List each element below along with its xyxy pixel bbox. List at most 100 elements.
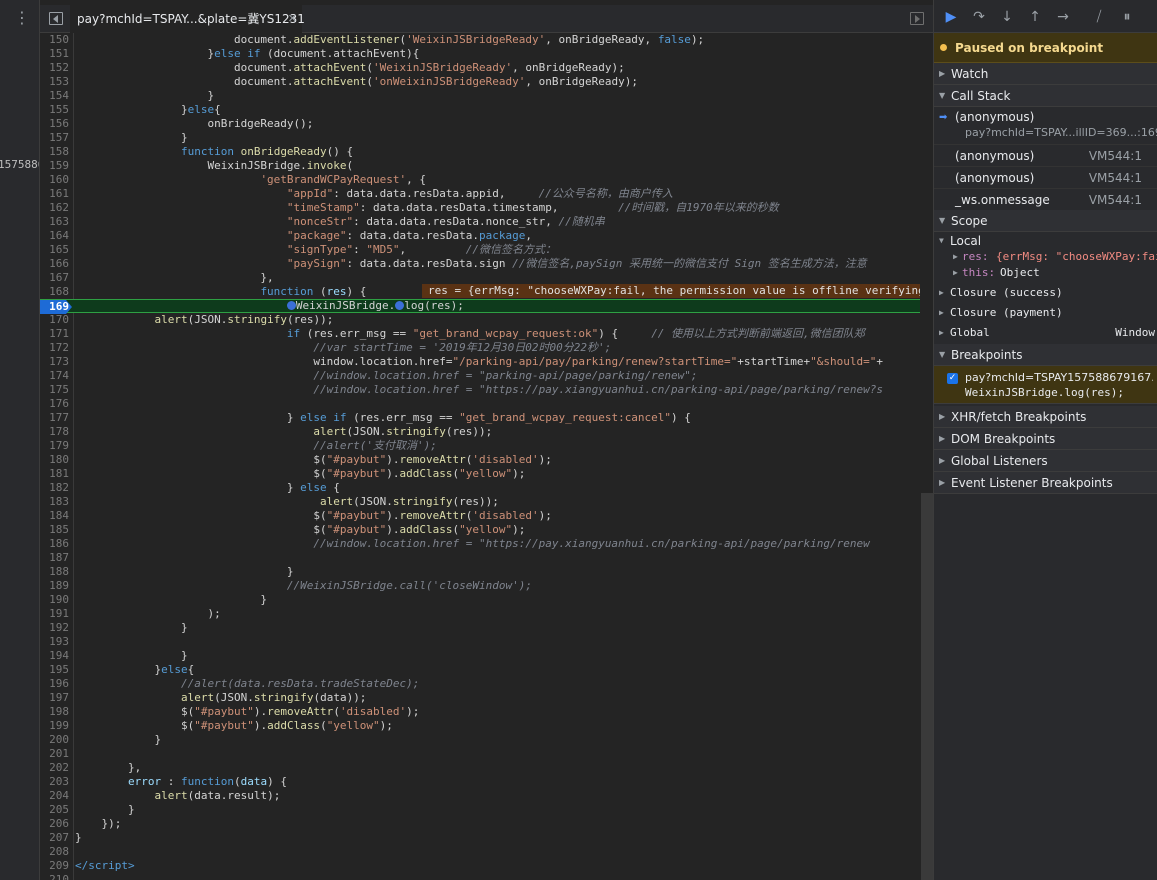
line-number[interactable]: 179 (40, 439, 69, 453)
call-frame-current[interactable]: ➡ (anonymous) pay?mchId=TSPAY...illID=36… (934, 107, 1157, 145)
line-number[interactable]: 184 (40, 509, 69, 523)
inline-breakpoint-icon[interactable] (395, 301, 405, 310)
line-number[interactable]: 162 (40, 201, 69, 215)
watch-section[interactable]: ▶ Watch (934, 63, 1157, 85)
scrollbar[interactable] (921, 493, 933, 880)
toggle-navigator-icon[interactable] (49, 12, 63, 25)
line-number[interactable]: 209 (40, 859, 69, 873)
line-number[interactable]: 165 (40, 243, 69, 257)
line-number[interactable]: 154 (40, 89, 69, 103)
line-number[interactable]: 150 (40, 33, 69, 47)
scope-closure-payment[interactable]: ▶ Closure (payment) (934, 303, 1157, 323)
xhr-breakpoints-section[interactable]: ▶ XHR/fetch Breakpoints (934, 406, 1157, 428)
line-number[interactable]: 195 (40, 663, 69, 677)
breakpoints-section[interactable]: ▼ Breakpoints (934, 344, 1157, 366)
scope-global[interactable]: ▶ Global Window (934, 323, 1157, 343)
line-code: document.attachEvent('onWeixinJSBridgeRe… (75, 75, 638, 88)
line-number[interactable]: 164 (40, 229, 69, 243)
code-line: 196 //alert(data.resData.tradeStateDec); (40, 677, 920, 691)
line-number[interactable]: 189 (40, 579, 69, 593)
line-number[interactable]: 155 (40, 103, 69, 117)
line-number[interactable]: 156 (40, 117, 69, 131)
call-frame[interactable]: (anonymous) VM544:1 (934, 167, 1157, 189)
line-number[interactable]: 158 (40, 145, 69, 159)
line-number[interactable]: 175 (40, 383, 69, 397)
line-number[interactable]: 188 (40, 565, 69, 579)
line-number[interactable]: 157 (40, 131, 69, 145)
step-out-icon[interactable]: ↑ (1026, 8, 1044, 26)
line-number[interactable]: 192 (40, 621, 69, 635)
close-tab-icon[interactable]: ✕ (288, 5, 297, 33)
code-line: 180 $("#paybut").removeAttr('disabled'); (40, 453, 920, 467)
scope-variable-this[interactable]: ▶ this: Object (934, 263, 1157, 283)
line-number[interactable]: 167 (40, 271, 69, 285)
line-number[interactable]: 202 (40, 761, 69, 775)
line-number[interactable]: 183 (40, 495, 69, 509)
code-line: 198 $("#paybut").removeAttr('disabled'); (40, 705, 920, 719)
line-code: }else if (document.attachEvent){ (75, 47, 420, 60)
line-number[interactable]: 177 (40, 411, 69, 425)
line-number[interactable]: 152 (40, 61, 69, 75)
line-number[interactable]: 191 (40, 607, 69, 621)
line-number[interactable]: 172 (40, 341, 69, 355)
line-number[interactable]: 190 (40, 593, 69, 607)
line-number[interactable]: 171 (40, 327, 69, 341)
code-editor[interactable]: 150 document.addEventListener('WeixinJSB… (40, 33, 933, 880)
scope-closure-success[interactable]: ▶ Closure (success) (934, 283, 1157, 303)
line-number[interactable]: 181 (40, 467, 69, 481)
line-number[interactable]: 170 (40, 313, 69, 327)
line-number[interactable]: 174 (40, 369, 69, 383)
line-number[interactable]: 205 (40, 803, 69, 817)
call-frame[interactable]: _ws.onmessage VM544:1 (934, 189, 1157, 211)
call-frame[interactable]: (anonymous) VM544:1 (934, 145, 1157, 167)
breakpoint-checkbox[interactable]: ✓ (947, 373, 958, 384)
line-number[interactable]: 201 (40, 747, 69, 761)
line-number[interactable]: 194 (40, 649, 69, 663)
line-number[interactable]: 173 (40, 355, 69, 369)
line-number[interactable]: 199 (40, 719, 69, 733)
line-number[interactable]: 160 (40, 173, 69, 187)
line-number[interactable]: 159 (40, 159, 69, 173)
line-number[interactable]: 210 (40, 873, 69, 880)
line-number[interactable]: 185 (40, 523, 69, 537)
line-number[interactable]: 204 (40, 789, 69, 803)
line-number[interactable]: 207 (40, 831, 69, 845)
line-number[interactable]: 166 (40, 257, 69, 271)
dom-breakpoints-section[interactable]: ▶ DOM Breakpoints (934, 428, 1157, 450)
line-number[interactable]: 161 (40, 187, 69, 201)
line-number[interactable]: 151 (40, 47, 69, 61)
line-number[interactable]: 187 (40, 551, 69, 565)
global-listeners-section[interactable]: ▶ Global Listeners (934, 450, 1157, 472)
step-over-icon[interactable]: ↷ (970, 8, 988, 26)
line-number[interactable]: 206 (40, 817, 69, 831)
inline-breakpoint-icon[interactable] (286, 301, 296, 310)
line-number[interactable]: 197 (40, 691, 69, 705)
line-number[interactable]: 153 (40, 75, 69, 89)
line-number[interactable]: 193 (40, 635, 69, 649)
step-icon[interactable]: → (1054, 8, 1072, 26)
breakpoint-item[interactable]: ✓ pay?mchId=TSPAY157588679167... WeixinJ… (934, 366, 1157, 404)
line-number[interactable]: 186 (40, 537, 69, 551)
line-number[interactable]: 168 (40, 285, 69, 299)
scope-section[interactable]: ▼ Scope (934, 210, 1157, 232)
more-options-icon[interactable]: ⋮ (14, 9, 30, 27)
file-tab[interactable]: pay?mchId=TSPAY...&plate=冀YS1231 ✕ (70, 5, 305, 33)
line-number[interactable]: 180 (40, 453, 69, 467)
line-number[interactable]: 163 (40, 215, 69, 229)
line-number[interactable]: 196 (40, 677, 69, 691)
pause-on-exceptions-icon[interactable]: ⏸ (1118, 8, 1136, 26)
line-number[interactable]: 198 (40, 705, 69, 719)
toggle-debugger-icon[interactable] (910, 12, 924, 25)
code-line: 158 function onBridgeReady() { (40, 145, 920, 159)
deactivate-breakpoints-icon[interactable]: ⧸ (1090, 8, 1108, 26)
call-stack-section[interactable]: ▼ Call Stack (934, 85, 1157, 107)
step-into-icon[interactable]: ↓ (998, 8, 1016, 26)
line-number[interactable]: 208 (40, 845, 69, 859)
event-listener-breakpoints-section[interactable]: ▶ Event Listener Breakpoints (934, 472, 1157, 494)
line-number[interactable]: 200 (40, 733, 69, 747)
line-number[interactable]: 176 (40, 397, 69, 411)
line-number[interactable]: 178 (40, 425, 69, 439)
line-number[interactable]: 203 (40, 775, 69, 789)
resume-icon[interactable]: ▶︎ (942, 8, 960, 26)
line-number[interactable]: 182 (40, 481, 69, 495)
